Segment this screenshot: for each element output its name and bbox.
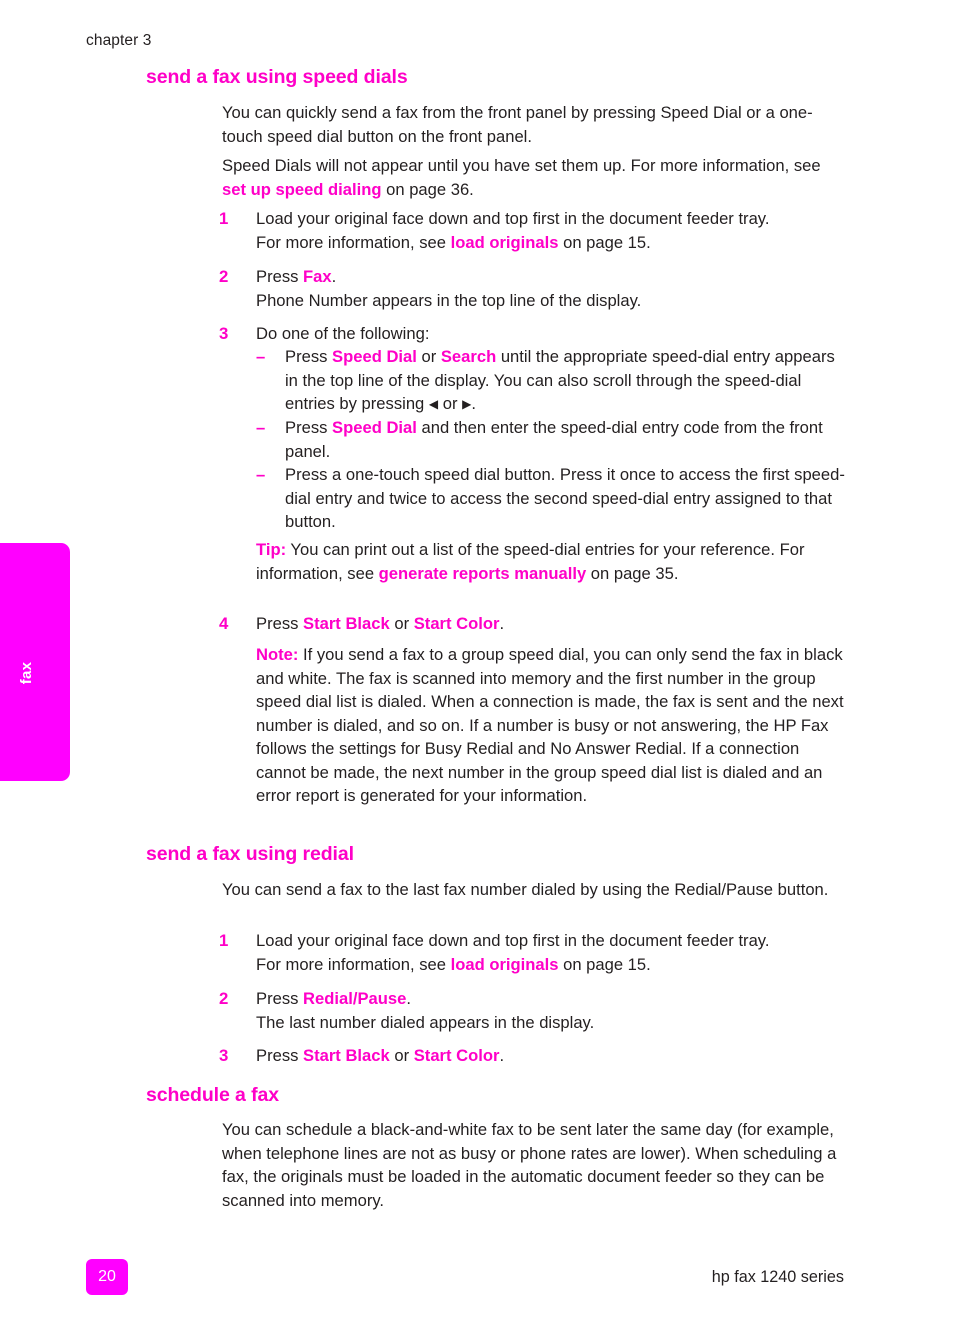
step-line: For more information, see load originals… <box>256 231 844 255</box>
text-run: Speed Dials will not appear until you ha… <box>222 156 821 175</box>
step-body: Load your original face down and top fir… <box>256 207 844 254</box>
step-body: Press Redial/Pause. The last number dial… <box>256 987 844 1034</box>
step-number: 1 <box>219 931 229 950</box>
button-reference-speed-dial: Speed Dial <box>332 347 417 366</box>
document-page: chapter 3 fax send a fax using speed dia… <box>0 0 954 1321</box>
paragraph-redial-intro: You can send a fax to the last fax numbe… <box>222 878 842 902</box>
button-reference-start-color: Start Color <box>413 1046 500 1065</box>
step-number: 1 <box>219 209 229 228</box>
text-run: Press <box>256 267 304 286</box>
text-run: For more information, see <box>256 232 451 252</box>
section-heading-send-fax-speed-dials: send a fax using speed dials <box>146 66 408 88</box>
section-heading-send-fax-redial: send a fax using redial <box>146 843 354 865</box>
step-item-redial-3: 3 Press Start Black or Start Color. <box>219 1044 844 1068</box>
step-line: Press Fax. <box>256 265 844 289</box>
button-reference-search: Search <box>440 347 497 366</box>
page-number-badge: 20 <box>86 1259 128 1295</box>
step-body: Press Fax. Phone Number appears in the t… <box>256 265 844 312</box>
cross-reference-link-load-originals[interactable]: load originals <box>451 233 559 252</box>
step-line: Load your original face down and top fir… <box>256 209 770 228</box>
step-item-1: 1 Load your original face down and top f… <box>219 207 844 254</box>
text-run: on page 35. <box>586 563 679 583</box>
step-line: Load your original face down and top fir… <box>256 931 770 950</box>
chapter-header: chapter 3 <box>86 32 152 49</box>
step-body: Do one of the following: <box>256 322 844 346</box>
step-number: 4 <box>219 614 229 633</box>
step-number: 2 <box>219 989 229 1008</box>
step-line: Press Redial/Pause. <box>256 987 844 1011</box>
side-thumb-tab: fax <box>0 543 70 781</box>
button-reference-fax: Fax <box>303 267 332 286</box>
cross-reference-link-generate-reports-manually[interactable]: generate reports manually <box>379 564 587 583</box>
left-arrow-icon: ◀ <box>428 397 439 411</box>
dash-body: Press Speed Dial or Search until the app… <box>285 345 846 418</box>
section-heading-schedule-a-fax: schedule a fax <box>146 1084 279 1106</box>
dash-marker: – <box>256 418 266 437</box>
cross-reference-link-set-up-speed-dialing[interactable]: set up speed dialing <box>222 180 382 199</box>
paragraph-text: You can send a fax to the last fax numbe… <box>222 880 829 899</box>
button-reference-redial-pause: Redial/Pause <box>303 989 407 1008</box>
dash-bullet-1: – Press Speed Dial or Search until the a… <box>256 345 846 418</box>
paragraph-text: Speed Dials will not appear until you ha… <box>222 154 842 201</box>
step-body: Press Start Black or Start Color. <box>256 1044 844 1068</box>
text-run: on page 15. <box>558 232 651 252</box>
text-run: Press <box>256 614 304 633</box>
footer-product-name: hp fax 1240 series <box>711 1268 844 1286</box>
button-reference-start-color: Start Color <box>413 614 500 633</box>
step-item-3: 3 Do one of the following: <box>219 322 844 346</box>
dash-body: Press a one-touch speed dial button. Pre… <box>285 465 845 531</box>
paragraph-schedule-intro: You can schedule a black-and-white fax t… <box>222 1118 842 1212</box>
step-line: Phone Number appears in the top line of … <box>256 290 642 310</box>
text-run: on page 15. <box>558 954 651 974</box>
text-run: or <box>438 394 463 413</box>
text-run: For more information, see <box>256 954 451 974</box>
text-run: . <box>471 394 476 413</box>
paragraph-speed-dial-intro-2: Speed Dials will not appear until you ha… <box>222 154 842 201</box>
step-number: 3 <box>219 324 229 343</box>
text-run: If you send a fax to a group speed dial,… <box>256 645 844 805</box>
step-item-4: 4 Press Start Black or Start Color. <box>219 612 844 636</box>
text-run: Press <box>285 347 333 366</box>
text-run: . <box>499 614 505 633</box>
text-run: or <box>389 614 414 633</box>
step-item-2: 2 Press Fax. Phone Number appears in the… <box>219 265 844 312</box>
paragraph-speed-dial-intro-1: You can quickly send a fax from the fron… <box>222 101 842 148</box>
text-run: or <box>416 347 441 366</box>
step-line: Do one of the following: <box>256 324 430 343</box>
note-label: Note: <box>256 645 299 664</box>
step-body: Load your original face down and top fir… <box>256 929 844 976</box>
text-run: . <box>499 1046 505 1065</box>
text-run: . <box>331 267 337 286</box>
dash-bullet-3: – Press a one-touch speed dial button. P… <box>256 463 846 534</box>
button-reference-speed-dial: Speed Dial <box>332 418 417 437</box>
button-reference-start-black: Start Black <box>303 1046 390 1065</box>
cross-reference-link-load-originals[interactable]: load originals <box>451 955 559 974</box>
step-line: The last number dialed appears in the di… <box>256 1012 595 1032</box>
tip-label: Tip: <box>256 540 287 559</box>
tip-callout: Tip: You can print out a list of the spe… <box>256 538 844 585</box>
text-run: or <box>389 1046 414 1065</box>
dash-body: Press Speed Dial and then enter the spee… <box>285 416 846 463</box>
text-run: Press <box>256 989 304 1008</box>
step-item-redial-2: 2 Press Redial/Pause. The last number di… <box>219 987 844 1034</box>
right-arrow-icon: ▶ <box>462 397 472 411</box>
text-run: . <box>406 989 411 1008</box>
text-run: on page 36. <box>381 179 474 199</box>
text-run: Press <box>285 418 333 437</box>
button-reference-start-black: Start Black <box>303 614 390 633</box>
note-callout: Note: If you send a fax to a group speed… <box>256 643 844 808</box>
step-number: 3 <box>219 1046 229 1065</box>
dash-marker: – <box>256 465 266 484</box>
side-thumb-tab-label: fax <box>17 661 35 685</box>
dash-marker: – <box>256 347 266 366</box>
dash-bullet-2: – Press Speed Dial and then enter the sp… <box>256 416 846 463</box>
paragraph-text: You can quickly send a fax from the fron… <box>222 103 813 146</box>
paragraph-text: You can schedule a black-and-white fax t… <box>222 1120 837 1210</box>
step-body: Press Start Black or Start Color. <box>256 612 844 636</box>
step-number: 2 <box>219 267 229 286</box>
step-item-redial-1: 1 Load your original face down and top f… <box>219 929 844 976</box>
text-run: Press <box>256 1046 304 1065</box>
step-line: For more information, see load originals… <box>256 953 844 977</box>
